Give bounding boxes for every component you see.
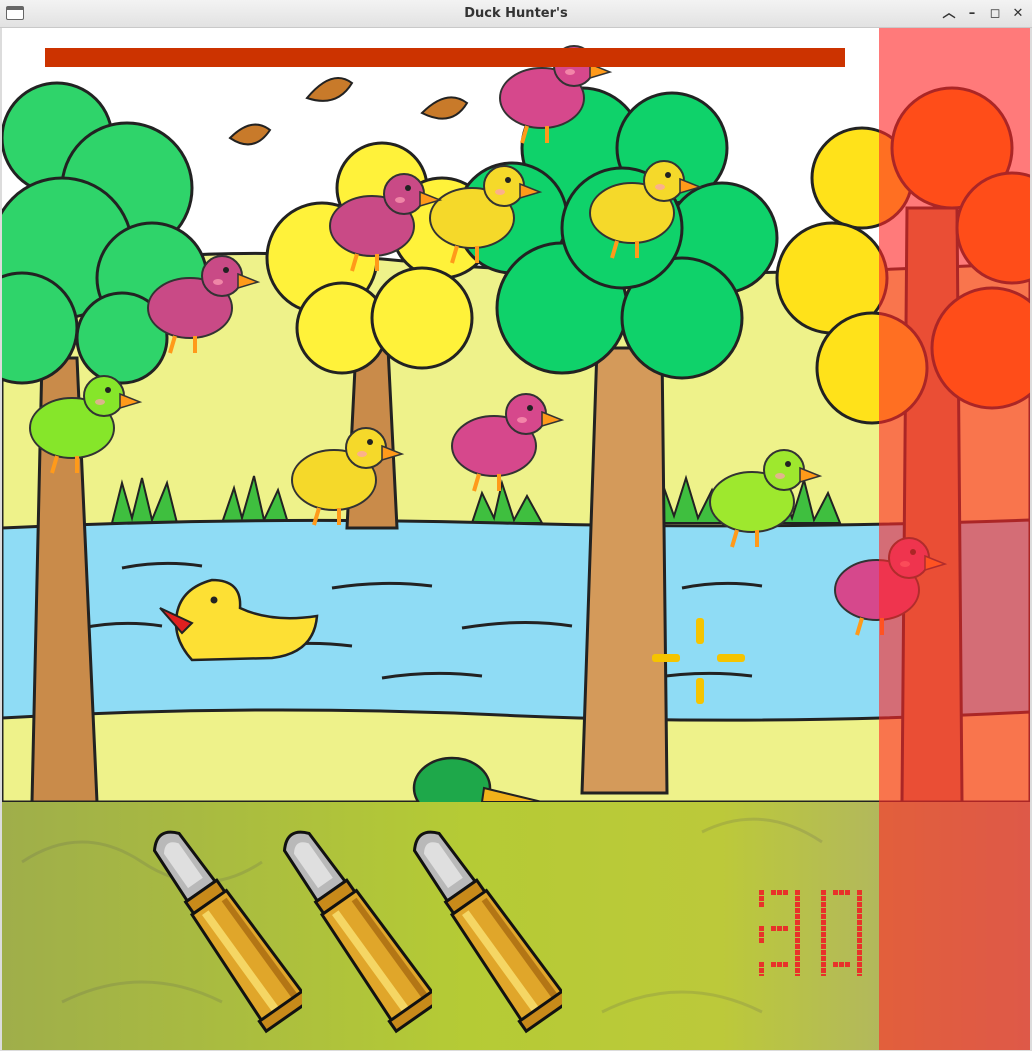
score-dot [821, 950, 826, 955]
score-dot [759, 968, 764, 973]
timer-progress-bar [45, 48, 845, 67]
score-dot [857, 926, 862, 931]
score-dot [783, 890, 788, 895]
score-dot [795, 944, 800, 949]
score-dot [759, 932, 764, 937]
score-dot [795, 908, 800, 913]
score-dot [821, 914, 826, 919]
duck-6[interactable] [28, 374, 142, 475]
score-dot [759, 938, 764, 943]
bullet-icon [152, 830, 302, 1034]
crosshair-icon [652, 618, 745, 704]
duck-8[interactable] [290, 426, 404, 527]
score-dot [795, 962, 800, 967]
score-dot [857, 956, 862, 961]
score-dot [839, 890, 844, 895]
score-dot [821, 890, 826, 895]
score-dot [857, 962, 862, 967]
score-dot [857, 902, 862, 907]
score-dot [795, 938, 800, 943]
score-dot [771, 890, 776, 895]
minimize-button[interactable]: – [963, 5, 981, 23]
score-dot [845, 962, 850, 967]
score-dot [821, 944, 826, 949]
score-dot [759, 962, 764, 967]
score-dot [821, 926, 826, 931]
mallard-peeking [412, 756, 543, 802]
duck-4[interactable] [328, 172, 442, 273]
score-dot [795, 914, 800, 919]
score-dot [771, 926, 776, 931]
score-dot [759, 890, 764, 895]
score-dot [857, 914, 862, 919]
score-dot [777, 926, 782, 931]
score-dot [821, 938, 826, 943]
score-dot [857, 938, 862, 943]
score-dot [833, 890, 838, 895]
title-bar: Duck Hunter's ︿ – ◻ ✕ [0, 0, 1032, 28]
score-dot [783, 962, 788, 967]
duck-layer [28, 44, 947, 802]
score-dot [821, 974, 826, 979]
window-title: Duck Hunter's [464, 6, 568, 21]
game-canvas[interactable]: 30 [2, 28, 1030, 1050]
minimize-chevron-icon[interactable]: ︿ [940, 5, 958, 23]
score-dot [857, 920, 862, 925]
score-dot [777, 962, 782, 967]
score-dot [795, 950, 800, 955]
score-dot-matrix [759, 890, 862, 979]
score-dot [821, 962, 826, 967]
score-display: 30 [754, 886, 884, 979]
score-dot [821, 920, 826, 925]
score-dot [857, 944, 862, 949]
score-dot [783, 926, 788, 931]
score-dot [821, 908, 826, 913]
score-dot [857, 950, 862, 955]
bullet-icon [282, 830, 432, 1034]
duck-2[interactable] [428, 164, 542, 265]
score-dot [821, 896, 826, 901]
score-dot [777, 890, 782, 895]
score-dot [845, 890, 850, 895]
score-dot [857, 932, 862, 937]
side-panel [879, 28, 1030, 1050]
bullet-icon [412, 830, 562, 1034]
score-dot [795, 920, 800, 925]
score-dot [833, 962, 838, 967]
score-dot [771, 962, 776, 967]
score-dot [857, 908, 862, 913]
score-dot [821, 932, 826, 937]
score-dot [759, 926, 764, 931]
score-dot [795, 902, 800, 907]
score-dot [759, 896, 764, 901]
score-dot [795, 932, 800, 937]
score-dot [795, 896, 800, 901]
maximize-button[interactable]: ◻ [986, 5, 1004, 23]
score-dot [821, 956, 826, 961]
duck-7[interactable] [450, 392, 564, 493]
score-dot [795, 890, 800, 895]
score-dot [857, 974, 862, 979]
duck-3[interactable] [588, 159, 702, 260]
duck-9[interactable] [708, 448, 822, 549]
score-dot [821, 902, 826, 907]
score-dot [795, 974, 800, 979]
score-dot [759, 974, 764, 979]
duck-5[interactable] [146, 254, 260, 355]
score-dot [839, 962, 844, 967]
score-dot [857, 890, 862, 895]
score-dot [795, 956, 800, 961]
score-dot [857, 968, 862, 973]
score-dot [759, 902, 764, 907]
score-dot [821, 968, 826, 973]
score-dot [857, 896, 862, 901]
rubber-duck-swimming [159, 578, 319, 662]
close-button[interactable]: ✕ [1009, 5, 1027, 23]
score-dot [795, 926, 800, 931]
score-dot [795, 968, 800, 973]
